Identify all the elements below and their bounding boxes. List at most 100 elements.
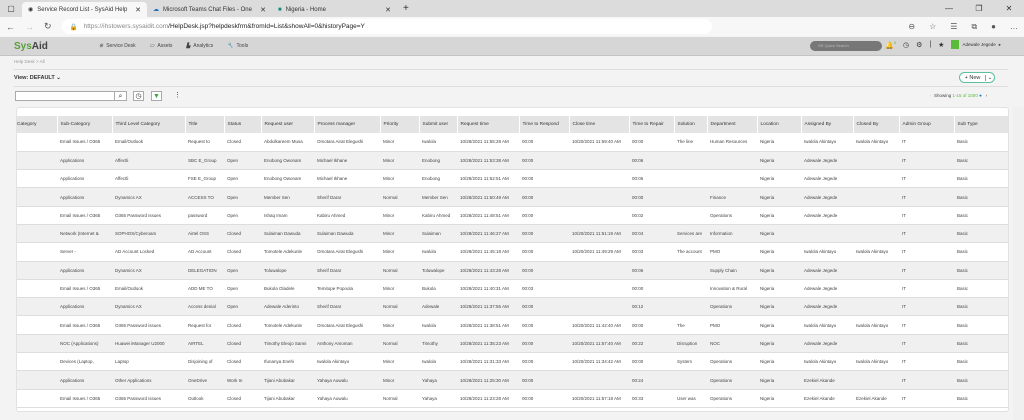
page-scrollbar[interactable] [1013,107,1024,420]
view-selector[interactable]: View: DEFAULT ⌄ [14,75,61,81]
column-header[interactable]: Sub-Category [57,116,113,133]
cell-time-to-repair: 00:12 [629,297,674,317]
history-button[interactable]: ◷ [133,91,144,101]
table-row[interactable]: Email Issues / O365 Email/Outlook ADD ME T… [17,279,1008,299]
column-header[interactable]: Close time [569,116,630,133]
chevron-down-icon: ⌄ [56,75,61,81]
close-window-icon[interactable]: ✕ [994,0,1024,17]
more-icon[interactable]: … [1010,22,1018,32]
column-header[interactable]: Submit user [419,116,458,133]
cell-request-user: Member Sen [261,187,314,207]
column-header[interactable]: Time to Repair [629,116,675,133]
column-header[interactable]: Third Level Category [112,116,186,133]
column-header[interactable]: Title [185,116,225,133]
nav-tools[interactable]: 🔧 Tools [227,43,248,49]
table-row[interactable]: Applications Affectli SBC E_Group Open Enobo… [17,151,1008,171]
minimize-icon[interactable]: — [934,0,964,17]
search-input[interactable]: ⌕ [15,91,127,101]
close-tab-icon[interactable]: ✕ [385,6,391,14]
star-icon[interactable]: ★ [938,41,944,49]
gear-icon[interactable]: ⚙ [916,41,922,49]
cell-process-manager: Temitope Popoola [314,279,380,299]
nav-assets[interactable]: ▭ Assets [150,43,173,49]
prev-page-icon[interactable]: ‹ [930,93,932,98]
column-header[interactable]: Time to Respond [519,116,570,133]
add-favorite-icon[interactable]: ☆ [929,22,936,32]
column-header[interactable]: Status [224,116,262,133]
history-icon[interactable]: ◷ [903,41,909,49]
cell-sub-type: Basic [954,334,1008,354]
notifications-icon[interactable]: 🔔0 [885,40,896,49]
favorites-icon[interactable]: ☰ [950,22,957,32]
table-row[interactable]: Devices (Laptop, Laptop Disjoining of Close… [17,352,1008,372]
forward-icon[interactable]: → [25,22,34,32]
column-header[interactable]: Priority [380,116,420,133]
cell-request-user: Toluwalope [261,261,314,280]
more-options-icon[interactable]: ⋮ [172,91,183,101]
chevron-down-icon[interactable]: ⌄ [985,74,994,81]
breadcrumb[interactable]: Help Desk > All [14,59,45,64]
cell-status: Open [224,151,261,171]
restore-icon[interactable]: ❐ [964,0,994,17]
cell-category [17,187,57,207]
next-page-icon[interactable]: › [986,93,988,98]
browser-tab[interactable]: ■ Nigeria - Home ✕ [272,2,397,17]
column-header[interactable]: Process manager [314,116,381,133]
column-header[interactable]: Request time [457,116,520,133]
cell-sub-type: Basic [954,242,1008,262]
refresh-icon[interactable]: ↻ [44,21,52,32]
back-icon[interactable]: ← [6,22,15,32]
zoom-icon[interactable]: ⊖ [908,22,915,32]
column-header[interactable]: Location [757,116,802,133]
column-header[interactable]: Department [707,116,758,133]
browser-tab[interactable]: ◉ Service Record List - SysAid Help ✕ [22,2,147,17]
column-header[interactable]: Sub Type [954,116,1008,133]
table-row[interactable]: Applications Other Applications OneDrive Wo… [17,370,1008,390]
sr-quick-search[interactable]: SR Quick Search [810,41,882,51]
column-header[interactable]: Request user [261,116,315,133]
new-tab-button[interactable]: + [397,2,415,17]
column-header[interactable]: Solution [674,116,708,133]
table-row[interactable]: Applications Dynamics AX Access denial Open… [17,297,1008,317]
table-row[interactable]: Applications Affectli FSE E_Group Open Enobo… [17,169,1008,189]
table-row[interactable]: Email Issues / O365 O365 Password issues R… [17,315,1008,335]
new-button[interactable]: + New ⌄ [959,72,995,83]
cell-department: Operations [707,352,757,372]
sysaid-logo[interactable]: SysAid [14,41,99,52]
column-header[interactable]: Assigned By [801,116,854,133]
table-row[interactable]: Email Issues / O365 O365 Password issues p… [17,206,1008,225]
table-row[interactable]: Network (Internet & SOPHOS/Cyberoam Airtel… [17,224,1008,244]
column-header[interactable]: Closed By [853,116,900,133]
table-row[interactable]: Email Issues / O365 O365 Password issues O… [17,389,1008,408]
close-tab-icon[interactable]: ✕ [260,6,266,14]
column-header[interactable]: Category [17,116,58,133]
cell-location: Nigeria [757,315,801,335]
table-row[interactable]: Applications Dynamics AX ACCESS TO Open Memb… [17,187,1008,207]
cell-third-level-category: Affectli [112,169,185,189]
info-icon[interactable]: ● [979,93,982,98]
filter-button[interactable]: ▼ [151,91,162,101]
table-row[interactable]: Applications Dynamics AX DELEGATION Open Tol… [17,261,1008,280]
nav-analytics[interactable]: ▙ Analytics [186,43,213,49]
collections-icon[interactable]: ⧉ [971,22,977,32]
nav-service-desk[interactable]: ⊛ Service Desk [99,43,136,49]
close-tab-icon[interactable]: ✕ [135,6,141,14]
cell-sub-category: NOC (Applications) [57,334,112,354]
table-row[interactable]: NOC (Applications) Huawei iManager U2000 A… [17,334,1008,354]
cell-assigned-by [801,224,853,244]
cell-department: Operations [707,206,757,225]
profile-avatar[interactable]: ● [991,22,996,32]
cell-sub-category: Applications [57,169,112,189]
table-row[interactable]: Server - AD Account Locked AD Account Close… [17,242,1008,262]
cell-closed-by [853,370,899,390]
user-menu[interactable]: Adewale Jegede ▸ [951,40,1001,50]
cell-solution [674,187,707,207]
cell-request-time: 10/28/2021 11:50:49 AM [457,187,519,207]
browser-tab[interactable]: ☁ Microsoft Teams Chat Files - One ✕ [147,2,272,17]
cell-admin-group: IT [899,224,954,244]
search-icon[interactable]: ⌕ [114,92,126,100]
column-header[interactable]: Admin Group [899,116,955,133]
table-row[interactable]: Email Issues / O365 Email/Outlook Request … [17,133,1008,152]
url-field[interactable]: 🔒 https://ihstowers.sysaidit.com/HelpDesk… [61,19,712,34]
tab-actions-icon[interactable]: ▢ [0,0,22,17]
